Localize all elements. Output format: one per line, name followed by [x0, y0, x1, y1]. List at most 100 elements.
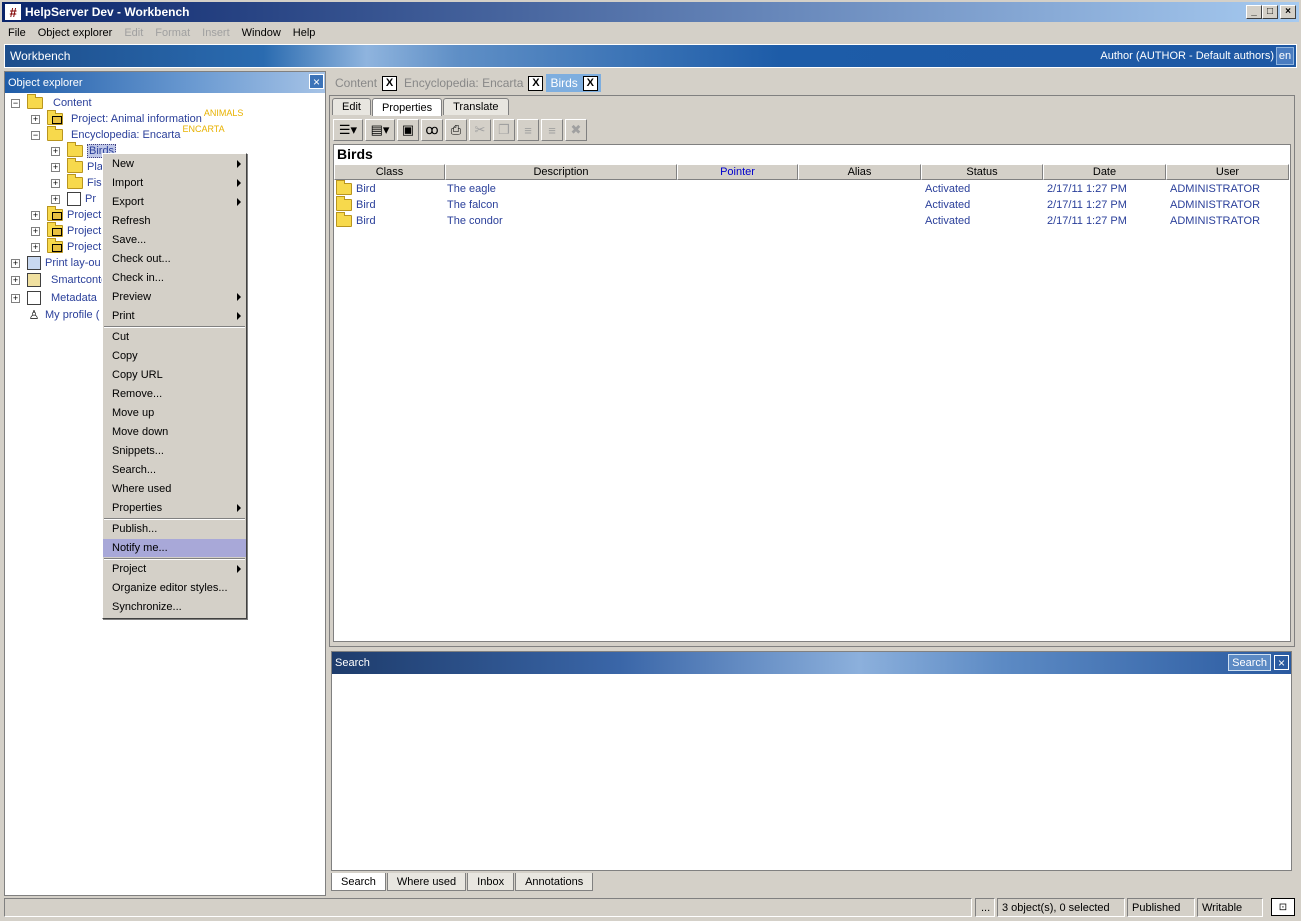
menu-help[interactable]: Help [287, 27, 322, 39]
tree-item-pla[interactable]: Pla [67, 158, 103, 175]
tree-item-pr[interactable]: Pr [67, 191, 96, 207]
tree-item-smartcontent[interactable]: Smartconte [27, 272, 107, 288]
tree-item-fis[interactable]: Fis [67, 174, 102, 191]
close-icon[interactable]: × [1274, 655, 1289, 670]
table-row[interactable]: Bird The eagle Activated 2/17/11 1:27 PM… [334, 180, 1291, 197]
menu-object-explorer[interactable]: Object explorer [32, 27, 119, 39]
resize-grip-icon[interactable]: ⊡ [1271, 898, 1295, 916]
tree-item-my-profile[interactable]: ♙ My profile ( [27, 307, 100, 323]
menu-item-move-up[interactable]: Move up [103, 404, 246, 422]
menu-item-synchronize[interactable]: Synchronize... [103, 598, 246, 616]
cut-icon[interactable]: ✂ [469, 119, 491, 141]
tab-inbox[interactable]: Inbox [467, 873, 515, 891]
menu-item-project[interactable]: Project [103, 560, 246, 578]
column-header-class[interactable]: Class [334, 164, 445, 180]
menu-item-refresh[interactable]: Refresh [103, 212, 246, 230]
column-header-description[interactable]: Description [445, 164, 677, 180]
menu-item-copy[interactable]: Copy [103, 347, 246, 365]
object-explorer-title: Object explorer [8, 76, 83, 89]
close-button[interactable]: × [1280, 5, 1296, 19]
column-header-status[interactable]: Status [921, 164, 1043, 180]
cell-description: The eagle [447, 183, 496, 195]
column-header-date[interactable]: Date [1043, 164, 1166, 180]
menu-item-new[interactable]: New [103, 155, 246, 173]
menu-item-import[interactable]: Import [103, 174, 246, 192]
close-tab-icon[interactable]: X [382, 75, 398, 91]
menu-format[interactable]: Format [149, 27, 196, 39]
menu-window[interactable]: Window [236, 27, 287, 39]
column-header-alias[interactable]: Alias [798, 164, 921, 180]
outdent-icon[interactable]: ≡ [517, 119, 539, 141]
list-dropdown-icon[interactable]: ☰▾ [333, 119, 363, 141]
tab-where-used[interactable]: Where used [386, 873, 467, 891]
outline-dropdown-icon[interactable]: ▤▾ [365, 119, 395, 141]
menu-item-search[interactable]: Search... [103, 461, 246, 479]
tab-content[interactable]: Content X [331, 74, 400, 92]
subtab-edit[interactable]: Edit [332, 98, 371, 115]
language-button[interactable]: en [1276, 47, 1294, 65]
status-more-button[interactable]: ... [975, 898, 995, 917]
column-header-pointer[interactable]: Pointer [677, 164, 798, 180]
menu-item-check-out[interactable]: Check out... [103, 250, 246, 268]
delete-icon[interactable]: ✖ [565, 119, 587, 141]
expand-icon[interactable]: + [11, 294, 20, 303]
menu-item-print[interactable]: Print [103, 307, 246, 325]
menu-item-copy-url[interactable]: Copy URL [103, 366, 246, 384]
menu-file[interactable]: File [2, 27, 32, 39]
expand-icon[interactable]: + [31, 115, 40, 124]
glasses-icon[interactable]: ꝏ [421, 119, 443, 141]
save-icon[interactable]: ▣ [397, 119, 419, 141]
copy-icon[interactable]: ❐ [493, 119, 515, 141]
column-header-user[interactable]: User [1166, 164, 1289, 180]
tab-birds[interactable]: Birds X [546, 74, 601, 92]
subtab-translate[interactable]: Translate [443, 98, 509, 115]
tab-search[interactable]: Search [331, 873, 386, 891]
table-row[interactable]: Bird The condor Activated 2/17/11 1:27 P… [334, 212, 1291, 229]
expand-icon[interactable]: + [31, 227, 40, 236]
menu-item-preview[interactable]: Preview [103, 288, 246, 306]
tree-item-project[interactable]: Project [47, 206, 101, 223]
tree-item-print-layout[interactable]: Print lay-ou [27, 255, 101, 271]
menu-item-notify-me[interactable]: Notify me... [103, 539, 246, 557]
subtab-properties[interactable]: Properties [371, 98, 443, 116]
close-icon[interactable]: × [309, 74, 324, 89]
menu-item-organize-editor-styles[interactable]: Organize editor styles... [103, 579, 246, 597]
menu-item-save[interactable]: Save... [103, 231, 246, 249]
expand-icon[interactable]: + [11, 259, 20, 268]
menu-item-properties[interactable]: Properties [103, 499, 246, 517]
menu-item-where-used[interactable]: Where used [103, 480, 246, 498]
menu-item-export[interactable]: Export [103, 193, 246, 211]
search-button[interactable]: Search [1228, 654, 1271, 671]
tree-item-metadata[interactable]: Metadata [27, 290, 97, 306]
menu-item-cut[interactable]: Cut [103, 328, 246, 346]
tab-encyclopedia[interactable]: Encyclopedia: Encarta X [400, 74, 546, 92]
expand-icon[interactable]: + [31, 211, 40, 220]
expand-icon[interactable]: + [51, 179, 60, 188]
expand-icon[interactable]: + [31, 243, 40, 252]
tree-item-project[interactable]: Project [47, 238, 101, 255]
menu-item-move-down[interactable]: Move down [103, 423, 246, 441]
indent-icon[interactable]: ≡ [541, 119, 563, 141]
menu-item-snippets[interactable]: Snippets... [103, 442, 246, 460]
menu-item-check-in[interactable]: Check in... [103, 269, 246, 287]
expand-icon[interactable]: + [51, 195, 60, 204]
expand-icon[interactable]: + [51, 163, 60, 172]
table-row[interactable]: Bird The falcon Activated 2/17/11 1:27 P… [334, 196, 1291, 213]
expand-icon[interactable]: + [11, 276, 20, 285]
close-tab-icon[interactable]: X [582, 75, 598, 91]
menu-insert[interactable]: Insert [196, 27, 236, 39]
menu-item-publish[interactable]: Publish... [103, 520, 246, 538]
tree-item-encyclopedia[interactable]: Encyclopedia: Encarta ENCARTA [47, 124, 225, 143]
expand-icon[interactable]: + [51, 147, 60, 156]
tree-item-project[interactable]: Project [47, 222, 101, 239]
tree-item-content[interactable]: Content [27, 94, 92, 111]
maximize-button[interactable]: □ [1262, 5, 1278, 19]
print-icon[interactable]: ⎙ [445, 119, 467, 141]
collapse-icon[interactable]: − [31, 131, 40, 140]
menu-item-remove[interactable]: Remove... [103, 385, 246, 403]
collapse-icon[interactable]: − [11, 99, 20, 108]
tab-annotations[interactable]: Annotations [515, 873, 594, 891]
menu-edit[interactable]: Edit [118, 27, 149, 39]
close-tab-icon[interactable]: X [528, 75, 544, 91]
minimize-button[interactable]: _ [1246, 5, 1262, 19]
